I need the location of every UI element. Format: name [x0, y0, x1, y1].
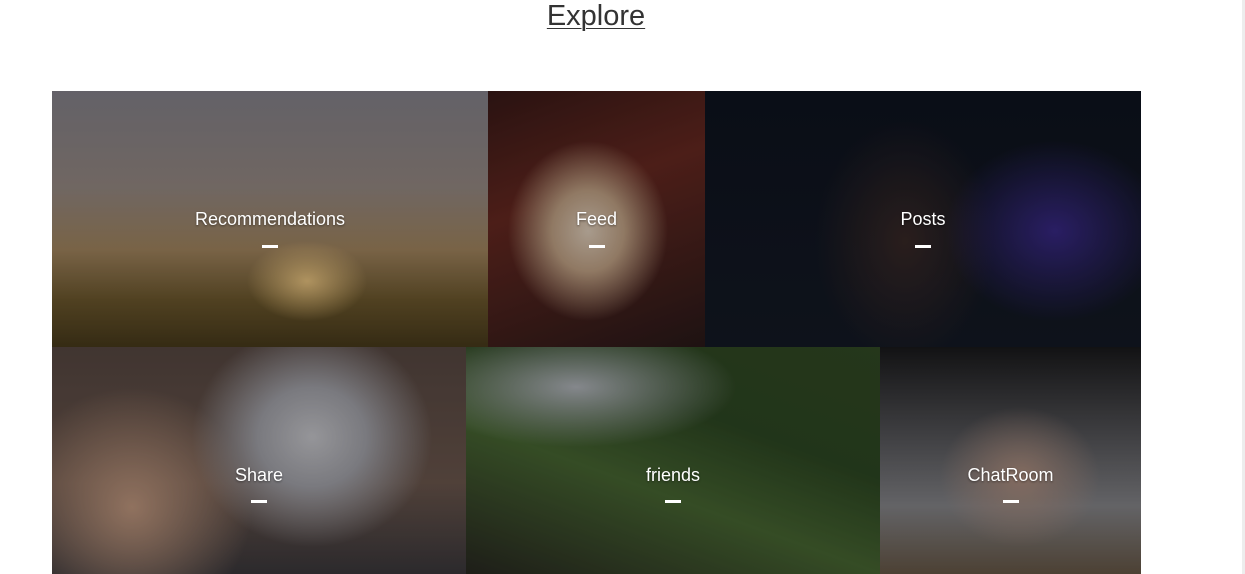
explore-title-link[interactable]: Explore — [0, 0, 1192, 33]
tile-recommendations[interactable]: Recommendations — [52, 91, 488, 347]
tile-label-friends: friends — [645, 465, 701, 485]
tile-label-posts: Posts — [900, 209, 946, 229]
tile-posts[interactable]: Posts — [705, 91, 1141, 347]
tile-underline-dash — [665, 500, 681, 503]
tile-underline-dash — [1002, 500, 1019, 503]
tile-label-feed: Feed — [575, 209, 618, 229]
tile-overlay — [52, 347, 466, 574]
tile-underline-dash — [915, 245, 931, 248]
tile-friends[interactable]: friends — [466, 347, 880, 574]
tile-chatroom[interactable]: ChatRoom — [880, 347, 1141, 574]
tile-overlay — [880, 347, 1141, 574]
tile-feed[interactable]: Feed — [488, 91, 705, 347]
tile-label-share: Share — [234, 465, 284, 485]
tile-label-recommendations: Recommendations — [194, 209, 346, 229]
explore-page: Explore Recommendations Feed Posts Share… — [0, 0, 1245, 574]
tile-overlay — [466, 347, 880, 574]
tile-underline-dash — [588, 245, 605, 248]
tile-underline-dash — [251, 500, 267, 503]
tile-underline-dash — [262, 245, 278, 248]
tile-label-chatroom: ChatRoom — [967, 465, 1054, 485]
tile-share[interactable]: Share — [52, 347, 466, 574]
